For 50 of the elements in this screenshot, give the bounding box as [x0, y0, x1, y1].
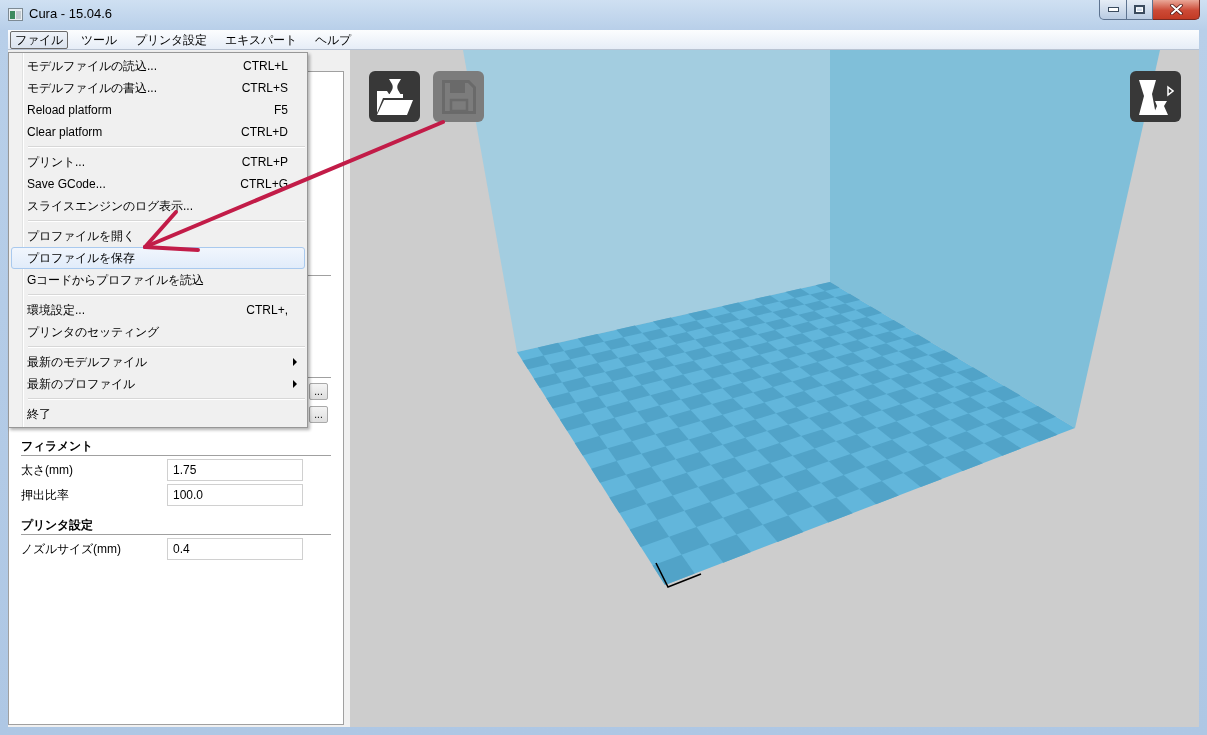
menu-item[interactable]: スライスエンジンのログ表示...	[11, 195, 305, 217]
menu-bar-item[interactable]: プリンタ設定	[130, 30, 212, 49]
text-field[interactable]: 0.4	[167, 538, 303, 560]
menu-item[interactable]: Gコードからプロファイルを読込	[11, 269, 305, 291]
axis-icon	[655, 562, 702, 588]
menu-item[interactable]: モデルファイルの書込... CTRL+S	[11, 77, 305, 99]
section-heading: プリンタ設定	[21, 518, 93, 533]
field-label: 太さ(mm)	[21, 462, 73, 479]
close-icon	[1169, 4, 1183, 15]
field-label: 押出比率	[21, 487, 69, 504]
window-title: Cura - 15.04.6	[29, 6, 113, 22]
menu-item[interactable]: 最新のプロファイル	[11, 373, 305, 395]
text-field[interactable]: 100.0	[167, 484, 303, 506]
menu-item[interactable]: Clear platform CTRL+D	[11, 121, 305, 143]
menu-item[interactable]: モデルファイルの読込... CTRL+L	[11, 55, 305, 77]
menu-bar-item[interactable]: ファイル	[10, 30, 68, 49]
view-mode-button[interactable]	[1130, 71, 1181, 122]
close-button[interactable]	[1153, 0, 1200, 20]
shortcut-text: CTRL+S	[241, 80, 288, 97]
menu-item[interactable]: Save GCode... CTRL+G	[11, 173, 305, 195]
text-field[interactable]: 1.75	[167, 459, 303, 481]
shortcut-text: CTRL+P	[241, 154, 288, 171]
menu-item[interactable]: 環境設定... CTRL+,	[11, 299, 305, 321]
app-icon	[8, 8, 23, 21]
menu-item[interactable]: プリンタのセッティング	[11, 321, 305, 343]
vase-shapes-icon	[1137, 78, 1174, 115]
folder-icon	[376, 78, 413, 115]
menu-item[interactable]: プリント... CTRL+P	[11, 151, 305, 173]
menu-item[interactable]: 最新のモデルファイル	[11, 351, 305, 373]
menu-item[interactable]: プロファイルを保存	[11, 247, 305, 269]
menu-item[interactable]: Reload platform F5	[11, 99, 305, 121]
menu-item[interactable]: プロファイルを開く	[11, 225, 305, 247]
shortcut-text: CTRL+D	[241, 124, 288, 141]
menu-bar-item[interactable]: エキスパート	[220, 30, 302, 49]
menu-bar-item[interactable]: ヘルプ	[310, 30, 356, 49]
shortcut-text: CTRL+G	[240, 176, 288, 193]
menu-item[interactable]: 終了	[11, 403, 305, 425]
browse-button[interactable]: ...	[309, 383, 328, 400]
shortcut-text: F5	[274, 102, 288, 119]
minimize-icon	[1107, 7, 1119, 12]
load-button[interactable]	[369, 71, 420, 122]
maximize-button[interactable]	[1127, 0, 1153, 20]
field-label: ノズルサイズ(mm)	[21, 541, 121, 558]
menu-bar-item[interactable]: ツール	[76, 30, 122, 49]
shortcut-text: CTRL+L	[242, 58, 288, 75]
minimize-button[interactable]	[1099, 0, 1127, 20]
browse-button[interactable]: ...	[309, 406, 328, 423]
section-heading: フィラメント	[21, 439, 93, 454]
maximize-icon	[1134, 5, 1145, 14]
shortcut-text: CTRL+,	[246, 302, 288, 319]
